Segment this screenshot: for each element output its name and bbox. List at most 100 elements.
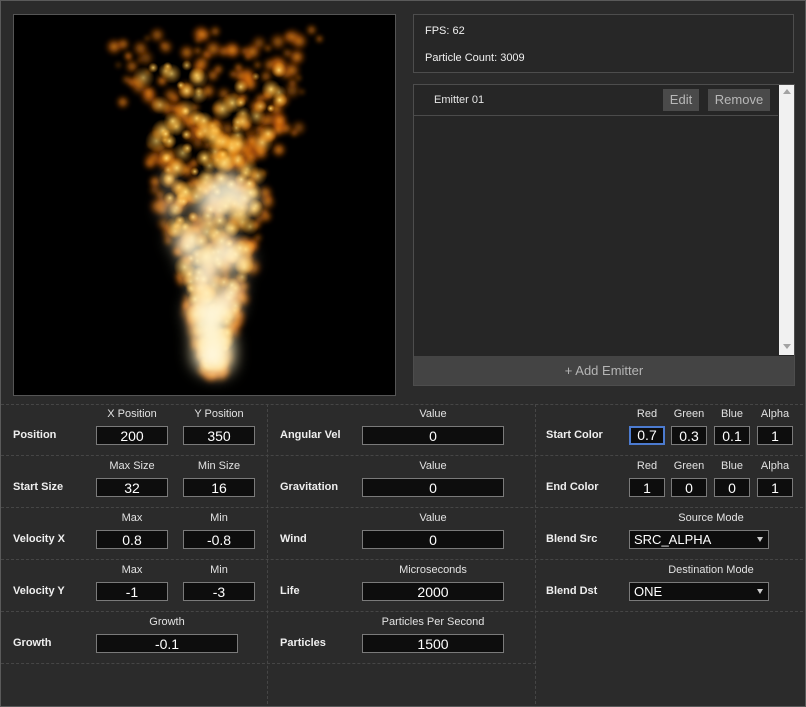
fire-particle — [253, 99, 268, 114]
end-color-blue-header: Blue — [720, 460, 744, 472]
particle-count-readout: Particle Count: 3009 — [425, 52, 525, 64]
start-size-label: Start Size — [13, 481, 64, 493]
start-color-red-header: Red — [636, 408, 658, 420]
scroll-up-arrow-icon[interactable] — [783, 89, 791, 94]
fire-particle — [131, 39, 150, 58]
fire-particle — [251, 72, 260, 81]
angular-vel-input[interactable]: 0 — [362, 426, 504, 445]
fire-particle — [252, 60, 263, 70]
fire-particle — [250, 130, 274, 155]
source-mode-header: Source Mode — [678, 512, 744, 524]
wind-input[interactable]: 0 — [362, 530, 504, 549]
start-color-green-input[interactable]: 0.3 — [671, 426, 707, 445]
position-x-input[interactable]: 200 — [96, 426, 168, 445]
position-y-input[interactable]: 350 — [183, 426, 255, 445]
grid-divider — [1, 663, 536, 664]
end-color-label: End Color — [546, 481, 599, 493]
fire-particle — [206, 225, 248, 267]
fire-particle — [225, 181, 244, 200]
start-color-alpha-input[interactable]: 1 — [757, 426, 793, 445]
fire-particle — [315, 34, 324, 44]
particle-preview-canvas[interactable] — [13, 14, 396, 396]
fire-particle — [290, 119, 308, 137]
fire-particle — [142, 156, 157, 171]
fire-particle — [211, 97, 234, 121]
emitter-list-scrollbar[interactable] — [779, 85, 794, 355]
fire-particle — [150, 95, 170, 115]
position-label: Position — [13, 429, 57, 441]
fire-particle — [263, 44, 272, 53]
gravitation-input[interactable]: 0 — [362, 478, 504, 497]
blend-dst-value: ONE — [634, 584, 663, 599]
start-size-min-input[interactable]: 16 — [183, 478, 255, 497]
fire-particle — [114, 61, 122, 69]
y-position-header: Y Position — [194, 408, 244, 420]
growth-header: Growth — [149, 616, 185, 628]
end-color-blue-input[interactable]: 0 — [714, 478, 750, 497]
grid-divider — [1, 507, 803, 508]
growth-input[interactable]: -0.1 — [96, 634, 238, 653]
fps-readout: FPS: 62 — [425, 25, 465, 37]
start-color-green-header: Green — [673, 408, 705, 420]
start-size-max-input[interactable]: 32 — [96, 478, 168, 497]
velocity-x-min-header: Min — [210, 512, 228, 524]
fire-particle — [143, 35, 151, 42]
fire-particle — [287, 77, 298, 89]
grid-divider — [1, 611, 803, 612]
fire-particle — [271, 62, 287, 78]
start-color-blue-input[interactable]: 0.1 — [714, 426, 750, 445]
start-color-blue-header: Blue — [720, 408, 744, 420]
fire-particle — [174, 98, 198, 123]
life-input[interactable]: 2000 — [362, 582, 504, 601]
start-color-red-input[interactable]: 0.7 — [629, 426, 665, 445]
wind-header: Value — [419, 512, 447, 524]
stats-panel: FPS: 62 Particle Count: 3009 — [413, 14, 794, 73]
end-color-green-header: Green — [673, 460, 705, 472]
fire-particle — [176, 80, 186, 90]
remove-emitter-button[interactable]: Remove — [708, 89, 770, 111]
angular-vel-header: Value — [419, 408, 447, 420]
fire-particle — [121, 74, 132, 85]
fire-particle — [181, 129, 192, 140]
x-position-header: X Position — [107, 408, 157, 420]
fire-particle — [181, 142, 193, 154]
fire-particle — [115, 94, 131, 110]
fire-particle — [271, 84, 287, 101]
end-color-green-input[interactable]: 0 — [671, 478, 707, 497]
emitter-row[interactable]: Emitter 01 Edit Remove — [414, 85, 778, 116]
fire-particle — [298, 88, 306, 96]
fire-particle — [231, 122, 242, 134]
blend-src-select[interactable]: SRC_ALPHA — [629, 530, 769, 549]
edit-emitter-button[interactable]: Edit — [663, 89, 699, 111]
scroll-down-arrow-icon[interactable] — [783, 344, 791, 349]
gravitation-label: Gravitation — [280, 481, 339, 493]
velocity-y-min-input[interactable]: -3 — [183, 582, 255, 601]
fire-particle — [233, 62, 244, 73]
velocity-x-max-input[interactable]: 0.8 — [96, 530, 168, 549]
fire-effect — [105, 23, 324, 384]
velocity-y-max-input[interactable]: -1 — [96, 582, 168, 601]
fire-particle — [195, 149, 214, 167]
fire-particle — [148, 62, 159, 73]
end-color-alpha-input[interactable]: 1 — [757, 478, 793, 497]
fire-particle — [161, 63, 182, 84]
fire-particle — [241, 217, 259, 236]
fire-particle — [190, 167, 200, 176]
add-emitter-button[interactable]: + Add Emitter — [414, 356, 794, 385]
end-color-red-input[interactable]: 1 — [629, 478, 665, 497]
blend-dst-select[interactable]: ONE — [629, 582, 769, 601]
particles-input[interactable]: 1500 — [362, 634, 504, 653]
wind-label: Wind — [280, 533, 307, 545]
blend-src-value: SRC_ALPHA — [634, 532, 712, 547]
emitter-list-panel: Emitter 01 Edit Remove + Add Emitter — [413, 84, 795, 386]
gravitation-header: Value — [419, 460, 447, 472]
fire-particle — [187, 67, 209, 89]
start-color-alpha-header: Alpha — [760, 408, 790, 420]
velocity-y-max-header: Max — [121, 564, 143, 576]
fire-particle — [208, 25, 222, 38]
velocity-x-min-input[interactable]: -0.8 — [183, 530, 255, 549]
end-color-red-header: Red — [636, 460, 658, 472]
fire-particle — [160, 128, 171, 139]
fire-particle — [148, 26, 166, 44]
grid-divider — [535, 404, 536, 704]
